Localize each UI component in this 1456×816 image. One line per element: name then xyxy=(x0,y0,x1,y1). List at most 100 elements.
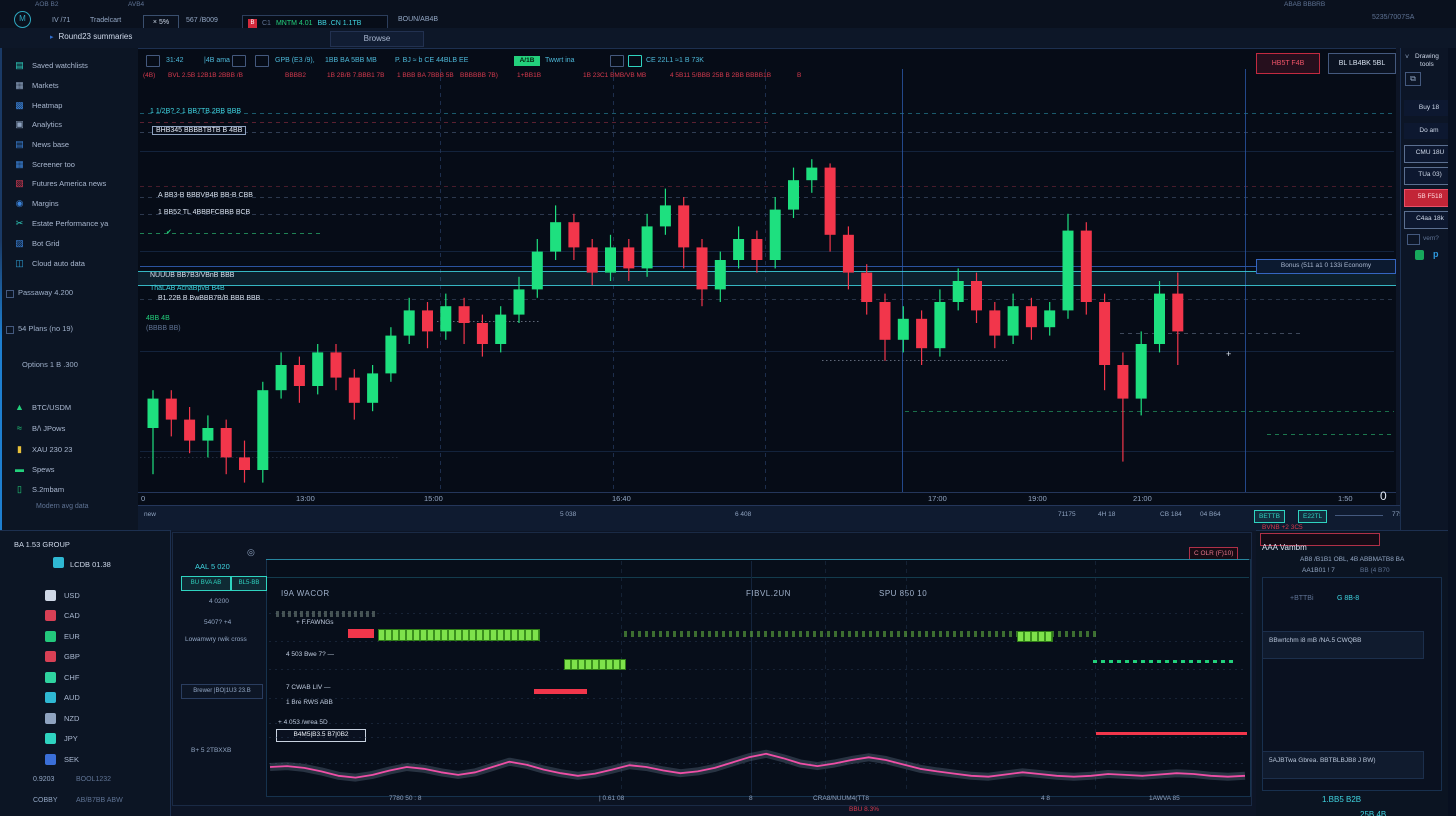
x-axis-line xyxy=(138,492,1396,493)
topbar-nav-item[interactable]: 567 /B009 xyxy=(186,17,218,24)
currency-row[interactable]: CAD xyxy=(45,609,80,622)
topbar-nav-item[interactable]: BOUN/AB4B xyxy=(398,16,438,23)
account-subtitle: AB8 /B1B1 OBL, 4B ABBMATB8 BA xyxy=(1300,556,1404,563)
currency-row[interactable]: EUR xyxy=(45,630,80,643)
sidebar-item[interactable]: ▩ Heatmap xyxy=(14,98,62,112)
tab-browse[interactable]: Browse xyxy=(330,31,424,47)
topbar-nav-item[interactable]: IV /71 xyxy=(52,17,70,24)
results-button[interactable]: BL5-BB xyxy=(231,576,267,591)
sidebar-item-icon: ▤ xyxy=(14,60,25,71)
ticker-tail: BB .CN 1.1TB xyxy=(318,20,362,27)
sidebar-item[interactable]: ◉ Margins xyxy=(14,196,59,210)
sidebar-item[interactable]: ▦ Screener too xyxy=(14,157,75,171)
status-badge[interactable]: BETTB xyxy=(1254,510,1285,523)
status-badge[interactable]: E22TL xyxy=(1298,510,1327,523)
account-meta: AA1B01 ! 7 xyxy=(1302,567,1335,574)
backtest-button[interactable]: BU BVA AB xyxy=(181,576,231,591)
sidebar-item[interactable]: ▧ Futures America news xyxy=(14,176,106,190)
sidebar-section-positions[interactable]: Passaway 4.200 xyxy=(18,288,73,297)
panel-axis-label: | 0.61 08 xyxy=(599,795,624,802)
sidebar-accent xyxy=(0,48,2,530)
panel-bar xyxy=(269,613,1247,614)
currency-row[interactable]: NZD xyxy=(45,712,79,725)
currency-row[interactable]: GBP xyxy=(45,650,80,663)
currency-panel: BA 1.53 GROUP LCDB 01.38 USD CAD EUR xyxy=(0,530,171,816)
panel-bar xyxy=(276,611,376,617)
panel-bar xyxy=(269,723,1247,724)
sidebar-item-label: Futures America news xyxy=(32,179,106,188)
sidebar-item[interactable]: ◫ Cloud auto data xyxy=(14,256,85,270)
sidebar-item-label: Screener too xyxy=(32,160,75,169)
tool-icon[interactable]: ⧉ xyxy=(1405,72,1421,86)
candlestick-series xyxy=(138,49,1396,531)
watchlist-item[interactable]: ▲ BTC/USDM xyxy=(14,400,71,414)
panel-divider xyxy=(266,559,1249,560)
currency-code: EUR xyxy=(64,632,80,641)
checkbox[interactable] xyxy=(6,326,14,334)
corner-text: AOB B2 xyxy=(35,1,58,8)
watchlist-item-label: BTC/USDM xyxy=(32,403,71,412)
status-item: CB 184 xyxy=(1160,511,1182,518)
currency-code: NZD xyxy=(64,714,79,723)
x-axis-tick: 0 xyxy=(141,494,145,503)
app-logo-icon[interactable]: M xyxy=(14,11,31,28)
corner-text: ABAB BBBRB xyxy=(1284,1,1325,8)
sidebar-item[interactable]: ▣ Analytics xyxy=(14,117,62,131)
checkbox[interactable] xyxy=(6,290,14,298)
watchlist-item-icon: ▲ xyxy=(14,402,25,412)
browser-selector[interactable]: Brewer |BO|1U3 23.B xyxy=(181,684,263,699)
panel-bar xyxy=(269,669,1247,670)
watchlist-item[interactable]: ▯ S.2mbam xyxy=(14,482,64,496)
sidebar-item-icon: ▦ xyxy=(14,159,25,170)
sidebar-item[interactable]: ▨ Bot Grid xyxy=(14,236,60,250)
order-button[interactable]: Do am xyxy=(1404,123,1454,139)
x-axis-end: 0 xyxy=(1380,489,1387,503)
triangle-icon: ▸ xyxy=(50,34,54,41)
platform-icon[interactable]: p xyxy=(1433,249,1439,259)
sidebar-item-label: Heatmap xyxy=(32,101,62,110)
account-row[interactable]: 5AJBTwa Gbrea. BBTBLBJB8 J BW) xyxy=(1262,751,1424,779)
currency-flag-icon xyxy=(45,610,56,621)
status-divider xyxy=(1335,515,1383,516)
currency-row[interactable]: CHF xyxy=(45,671,79,684)
tab-summaries[interactable]: ▸Round23 summaries xyxy=(50,32,132,41)
panel-divider xyxy=(266,577,1249,578)
watchlist-item[interactable]: ▮ XAU 230 23 xyxy=(14,442,72,456)
trading-terminal: AOB B2 AVB4 ABAB BBBRB M IV /71 Tradelca… xyxy=(0,0,1456,816)
sidebar-item-icon: ▩ xyxy=(14,100,25,111)
tab-row: ▸Round23 summaries Browse xyxy=(0,28,1456,48)
sidebar-item[interactable]: ✂ Estate Performance ya xyxy=(14,216,108,230)
sidebar-item[interactable]: ▤ Saved watchlists xyxy=(14,58,88,72)
watchlist-item[interactable]: ≈ B/\ JPows xyxy=(14,421,65,435)
sidebar-item-icon: ◫ xyxy=(14,258,25,269)
sidebar-section-plans[interactable]: 54 Plans (no 19) xyxy=(18,324,73,333)
chevron-down-icon[interactable]: ˅ xyxy=(1405,54,1409,61)
panel-axis-label: 8 xyxy=(749,795,753,802)
panel-bar xyxy=(269,641,1247,642)
currency-row[interactable]: AUD xyxy=(45,691,80,704)
sidebar-item-icon: ▦ xyxy=(14,80,25,91)
currency-row[interactable]: JPY xyxy=(45,732,78,745)
record-icon[interactable]: ◎ xyxy=(247,547,255,558)
panel-axis-label: 7780 50 : 8 xyxy=(389,795,422,802)
account-number: 5235/7007SA xyxy=(1372,14,1414,21)
toggle-checkbox[interactable] xyxy=(1407,234,1420,245)
sidebar-item[interactable]: ▤ News base xyxy=(14,137,69,151)
sidebar-item[interactable]: ▦ Markets xyxy=(14,78,59,92)
order-button[interactable]: Buy 18 xyxy=(1404,100,1454,116)
corner-text: AVB4 xyxy=(128,1,144,8)
watchlist-item[interactable]: ▬ Spews xyxy=(14,462,55,476)
topbar-nav-item[interactable]: Tradelcart xyxy=(90,17,121,24)
panel-axis-alert: BBU 8.3% xyxy=(849,806,879,813)
sidebar-item-label: Estate Performance ya xyxy=(32,219,108,228)
copy-label[interactable]: COBBY xyxy=(33,797,58,804)
currency-code: CAD xyxy=(64,611,80,620)
currency-code: AUD xyxy=(64,693,80,702)
candlestick-chart-area[interactable]: 31:42|4B amaGPB (E3 /9),1BB BA 5BB MBP. … xyxy=(138,48,1396,531)
currency-row[interactable]: USD xyxy=(45,589,80,602)
panel-row-label: + F.FAWNGs xyxy=(296,619,334,626)
currency-row[interactable]: SEK xyxy=(45,753,79,766)
panel-axis-label: CRA8/NUUM4(TT8 xyxy=(813,795,869,802)
account-row[interactable]: BBwrtchm i8 mB /NA.5 CWQBB xyxy=(1262,631,1424,659)
quote-value: 0.9203 xyxy=(33,776,54,783)
